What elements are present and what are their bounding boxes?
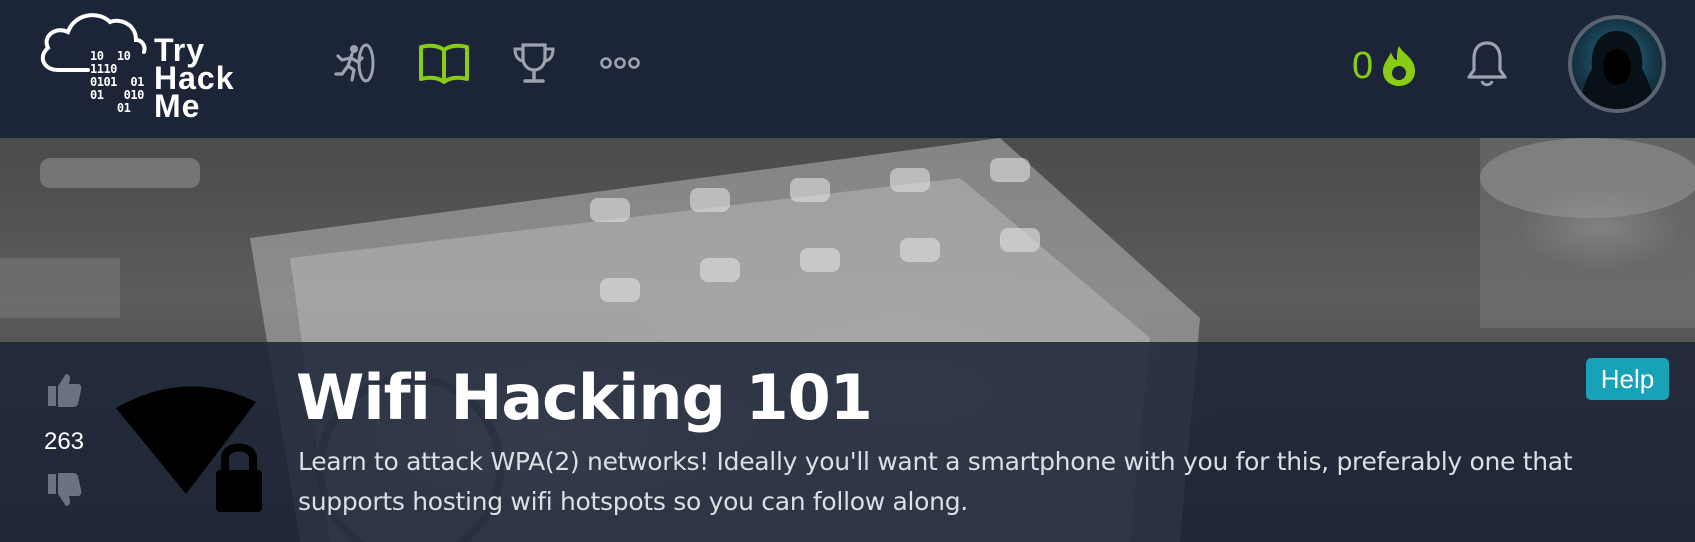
hooded-figure-image: [1578, 31, 1656, 109]
nav-play-button[interactable]: [330, 38, 380, 88]
nav-leaderboard-button[interactable]: [510, 38, 558, 88]
flame-icon: [1383, 46, 1416, 86]
bell-icon[interactable]: [1464, 38, 1510, 90]
logo-line-me: Me: [154, 88, 201, 124]
thumbs-down-icon[interactable]: [44, 470, 84, 510]
room-hero-banner: 263 Wifi Hacking 101 Learn to attack WPA…: [0, 138, 1695, 542]
top-navbar: 10 10 1110 0101 01 01 010 01 Try Hack Me: [0, 0, 1695, 138]
streak-count: 0: [1352, 45, 1374, 87]
streak-counter[interactable]: 0: [1352, 38, 1419, 94]
wifi-lock-icon: [116, 386, 262, 512]
vote-count: 263: [43, 428, 85, 455]
logo-wordmark: Try Hack Me: [154, 34, 254, 124]
room-description: Learn to attack WPA(2) networks! Ideally…: [298, 447, 1573, 516]
more-icon: [600, 57, 640, 69]
trophy-icon: [513, 43, 555, 83]
runner-icon: [334, 43, 375, 83]
tryhackme-logo[interactable]: 10 10 1110 0101 01 01 010 01 Try Hack Me: [38, 8, 248, 126]
thumbs-up-icon[interactable]: [44, 370, 84, 410]
vote-widget: 263: [36, 370, 92, 530]
room-title: Wifi Hacking 101: [296, 361, 873, 434]
user-avatar[interactable]: [1568, 15, 1666, 113]
book-icon: [419, 43, 469, 84]
nav-learn-button[interactable]: [416, 38, 472, 88]
nav-more-button[interactable]: [598, 38, 642, 88]
help-button[interactable]: Help: [1586, 358, 1669, 400]
